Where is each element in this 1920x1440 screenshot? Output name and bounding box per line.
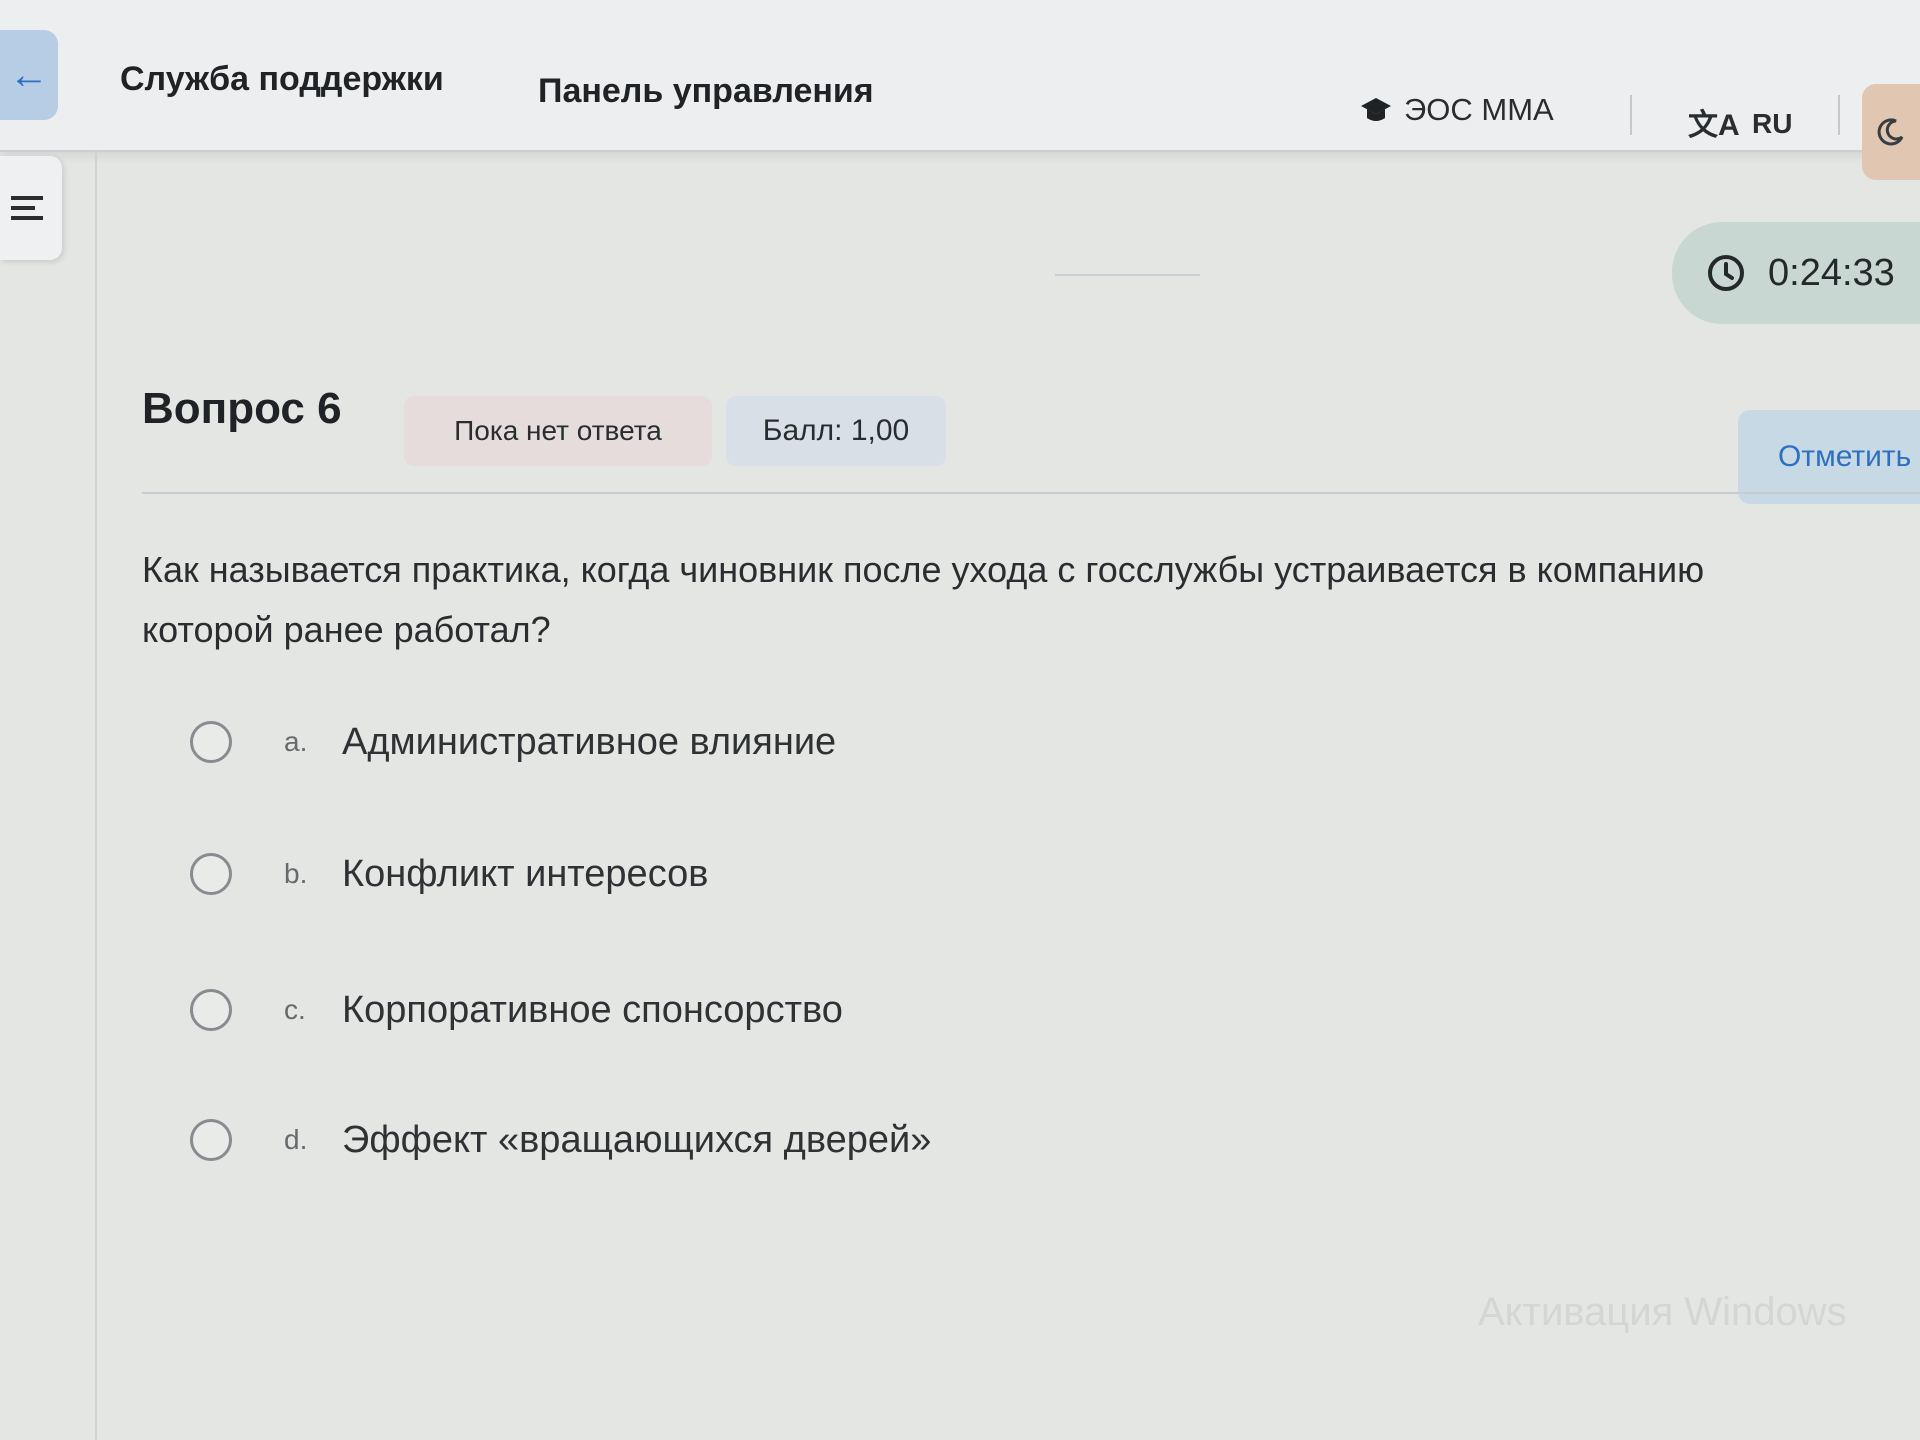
divider [1630, 95, 1632, 135]
dashboard-link[interactable]: Панель управления [538, 72, 874, 111]
answer-option-a[interactable]: a. Административное влияние [190, 712, 836, 772]
sidebar-toggle-button[interactable] [0, 156, 62, 260]
question-text-line: Как называется практика, когда чиновник … [142, 549, 1705, 590]
answer-text[interactable]: Корпоративное спонсорство [342, 989, 843, 1032]
language-selector[interactable]: RU [1752, 108, 1792, 140]
radio-button[interactable] [190, 989, 232, 1031]
answer-option-c[interactable]: c. Корпоративное спонсорство [190, 980, 843, 1040]
theme-toggle-button[interactable] [1862, 84, 1920, 180]
moon-icon [1877, 118, 1904, 146]
clock-icon [1708, 255, 1744, 291]
answer-option-b[interactable]: b. Конфликт интересов [190, 844, 708, 904]
status-badge: Пока нет ответа [404, 396, 712, 466]
flag-question-button[interactable]: Отметить [1738, 410, 1920, 504]
content-border [95, 150, 97, 1440]
answer-letter: d. [284, 1124, 308, 1155]
question-text-line: которой ранее работал? [142, 609, 551, 650]
answer-text[interactable]: Конфликт интересов [342, 853, 708, 896]
back-button[interactable]: ← [0, 30, 58, 120]
quiz-timer: 0:24:33 [1672, 222, 1920, 324]
answer-letter: a. [284, 726, 308, 757]
brand-link[interactable]: ЭОС ММА [1360, 92, 1554, 128]
top-navbar: ← Служба поддержки Панель управления ЭОС… [0, 0, 1920, 180]
arrow-left-icon: ← [9, 52, 49, 97]
answer-option-d[interactable]: d. Эффект «вращающихся дверей» [190, 1110, 931, 1170]
divider [1055, 274, 1200, 276]
answer-letter: c. [284, 994, 306, 1025]
divider [1838, 95, 1840, 135]
timer-value: 0:24:33 [1768, 251, 1895, 294]
support-link[interactable]: Служба поддержки [120, 60, 444, 99]
question-title: Вопрос 6 [142, 384, 342, 433]
answer-text[interactable]: Эффект «вращающихся дверей» [342, 1119, 931, 1162]
windows-activation-watermark: Активация Windows [1478, 1290, 1847, 1334]
hamburger-icon [11, 196, 43, 220]
graduation-cap-icon [1361, 98, 1391, 121]
radio-button[interactable] [190, 853, 232, 895]
radio-button[interactable] [190, 721, 232, 763]
radio-button[interactable] [190, 1119, 232, 1161]
answer-letter: b. [284, 858, 308, 889]
brand-label: ЭОС ММА [1404, 92, 1554, 127]
question-text: Как называется практика, когда чиновник … [142, 540, 1920, 660]
divider [142, 492, 1920, 494]
translate-icon[interactable]: 文A [1688, 100, 1740, 144]
score-badge: Балл: 1,00 [726, 396, 946, 466]
answer-text[interactable]: Административное влияние [342, 721, 836, 764]
